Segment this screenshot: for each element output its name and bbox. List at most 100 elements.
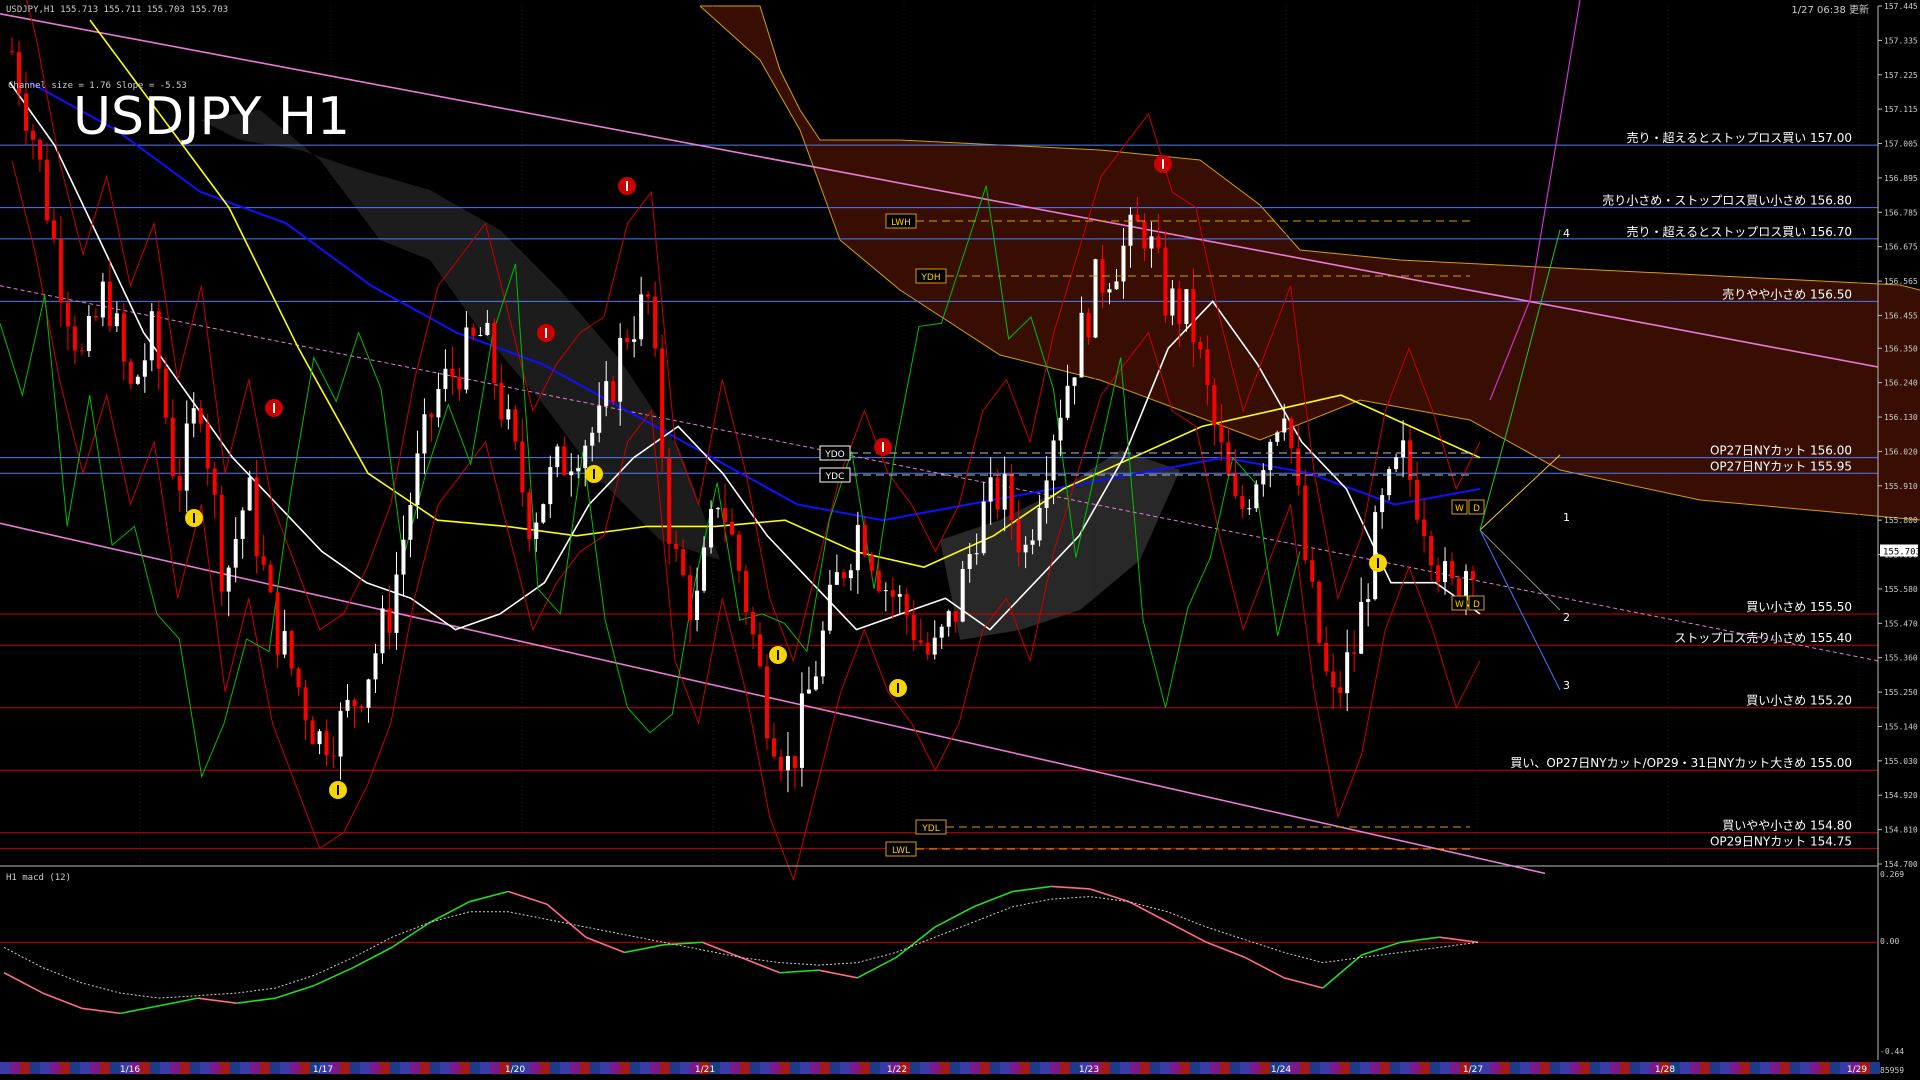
session-strip (1340, 1062, 1350, 1074)
x-tick-label: 1/22 (887, 1065, 907, 1075)
macd-title: H1 macd (12) (6, 873, 71, 883)
x-tick-label: 1/24 (1271, 1065, 1291, 1075)
candle-body (1093, 259, 1098, 338)
session-strip (260, 1062, 270, 1074)
candle-body (177, 476, 182, 491)
candle-body (366, 679, 371, 708)
candle-body (1429, 536, 1434, 566)
candle-body (1044, 480, 1049, 508)
candle-body (1436, 565, 1441, 582)
candle-body (1450, 561, 1455, 579)
candle-body (72, 326, 77, 351)
session-strip (1750, 1062, 1760, 1074)
candle-body (1205, 349, 1210, 386)
y-tick-label: 157.115 (1884, 105, 1918, 114)
session-strip (680, 1062, 690, 1074)
session-strip (590, 1062, 600, 1074)
candle-body (576, 468, 581, 472)
candle-body (1184, 289, 1189, 324)
session-strip (580, 1062, 590, 1074)
candle-body (1065, 385, 1070, 418)
level-label: 買い小さめ 155.50 (1746, 600, 1852, 614)
session-strip (40, 1062, 50, 1074)
session-strip (750, 1062, 760, 1074)
session-strip (960, 1062, 970, 1074)
session-strip (1620, 1062, 1630, 1074)
session-strip (100, 1062, 110, 1074)
candle-body (1282, 418, 1287, 433)
candle-body (1296, 448, 1301, 486)
box-label: LWL (892, 846, 910, 856)
session-strip (620, 1062, 630, 1074)
candle-body (184, 423, 189, 491)
session-strip (1680, 1062, 1690, 1074)
candle-body (688, 575, 693, 621)
session-strip (760, 1062, 770, 1074)
candle-body (1366, 599, 1371, 602)
session-strip (250, 1062, 260, 1074)
session-strip (190, 1062, 200, 1074)
candle-body (953, 611, 958, 622)
candle-body (876, 570, 881, 592)
candle-body (723, 508, 728, 522)
candle-body (170, 417, 175, 477)
candle-body (911, 615, 916, 641)
session-strip (1240, 1062, 1250, 1074)
candle-body (65, 302, 70, 327)
session-strip (1530, 1062, 1540, 1074)
level-label: 買い小さめ 155.20 (1746, 694, 1852, 708)
session-strip (1600, 1062, 1610, 1074)
y-tick-label: 156.130 (1884, 413, 1918, 422)
session-strip (1060, 1062, 1070, 1074)
candle-body (569, 471, 574, 476)
session-strip (720, 1062, 730, 1074)
session-strip (610, 1062, 620, 1074)
session-strip (1200, 1062, 1210, 1074)
session-strip (1520, 1062, 1530, 1074)
candle-body (604, 381, 609, 406)
candle-body (855, 524, 860, 571)
candle-body (149, 311, 154, 361)
candle-body (1079, 312, 1084, 378)
candle-body (1142, 221, 1147, 249)
session-strip (660, 1062, 670, 1074)
session-strip (1290, 1062, 1300, 1074)
session-strip (360, 1062, 370, 1074)
candle-body (1254, 484, 1259, 509)
session-strip (550, 1062, 560, 1074)
session-strip (1250, 1062, 1260, 1074)
session-strip (790, 1062, 800, 1074)
session-strip (80, 1062, 90, 1074)
session-strip (820, 1062, 830, 1074)
price-chart[interactable]: 売り・超えるとストップロス買い 157.00 売り小さめ・ストップロス買い小さめ … (0, 0, 1920, 1080)
candle-body (1387, 469, 1392, 496)
candle-body (820, 630, 825, 677)
session-strip (0, 1062, 10, 1074)
session-strip (290, 1062, 300, 1074)
y-tick-label: 154.810 (1884, 826, 1918, 835)
session-strip (800, 1062, 810, 1074)
session-strip (950, 1062, 960, 1074)
channel-number-label: 1 (1563, 511, 1570, 524)
session-strip (20, 1062, 30, 1074)
candle-body (1114, 281, 1119, 290)
level-label: OP27日NYカット 155.95 (1710, 459, 1852, 473)
session-strip (1810, 1062, 1820, 1074)
candle-body (520, 441, 525, 493)
wd-label: D (1473, 504, 1480, 514)
candle-body (862, 524, 867, 556)
session-strip (1400, 1062, 1410, 1074)
candle-body (233, 538, 238, 568)
session-strip (1790, 1062, 1800, 1074)
y-tick-label: 155.910 (1884, 482, 1918, 491)
session-strip (730, 1062, 740, 1074)
candle-body (128, 361, 133, 384)
candle-body (974, 553, 979, 555)
candle-body (925, 642, 930, 655)
session-strip (90, 1062, 100, 1074)
level-label: 買い、OP27日NYカット/OP29・31日NYカット大きめ 155.00 (1510, 756, 1852, 770)
candle-body (212, 468, 217, 495)
session-strip (1510, 1062, 1520, 1074)
candle-body (86, 316, 91, 352)
candle-body (932, 637, 937, 655)
